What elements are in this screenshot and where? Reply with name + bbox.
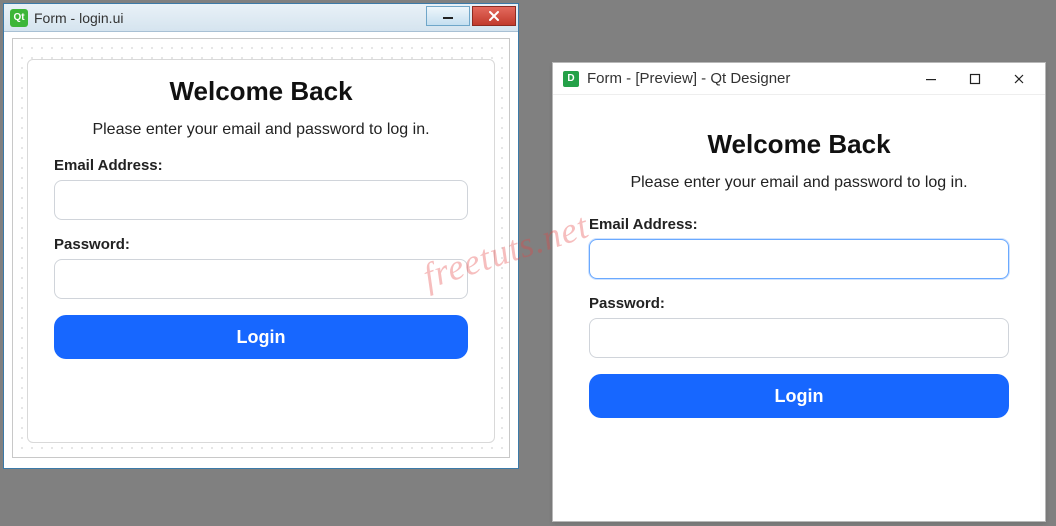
subtitle-text: Please enter your email and password to … xyxy=(54,121,468,139)
qt-logo-icon: Qt xyxy=(10,9,28,27)
password-input[interactable] xyxy=(589,318,1009,358)
close-icon xyxy=(487,10,501,22)
maximize-icon xyxy=(969,73,981,85)
email-input[interactable] xyxy=(54,180,468,220)
designer-window-title: Form - login.ui xyxy=(34,10,426,26)
password-label: Password: xyxy=(54,236,468,253)
designer-app-icon: D xyxy=(563,71,579,87)
minimize-icon xyxy=(925,73,937,85)
minimize-icon xyxy=(441,11,455,21)
heading-welcome: Welcome Back xyxy=(54,76,468,107)
close-button[interactable] xyxy=(472,6,516,26)
minimize-button[interactable] xyxy=(909,64,953,94)
email-label: Email Address: xyxy=(589,216,1009,233)
window-controls xyxy=(426,4,518,31)
designer-canvas[interactable]: Welcome Back Please enter your email and… xyxy=(12,38,510,458)
password-label: Password: xyxy=(589,295,1009,312)
maximize-button[interactable] xyxy=(953,64,997,94)
close-icon xyxy=(1013,73,1025,85)
subtitle-text: Please enter your email and password to … xyxy=(589,174,1009,192)
preview-window-title: Form - [Preview] - Qt Designer xyxy=(587,70,909,87)
login-button[interactable]: Login xyxy=(589,374,1009,418)
qt-preview-window: D Form - [Preview] - Qt Designer Welcome… xyxy=(552,62,1046,522)
form-widget[interactable]: Welcome Back Please enter your email and… xyxy=(27,59,495,443)
email-input[interactable] xyxy=(589,239,1009,279)
preview-form: Welcome Back Please enter your email and… xyxy=(553,95,1045,444)
preview-titlebar[interactable]: D Form - [Preview] - Qt Designer xyxy=(553,63,1045,95)
minimize-button[interactable] xyxy=(426,6,470,26)
email-label: Email Address: xyxy=(54,157,468,174)
password-input[interactable] xyxy=(54,259,468,299)
close-button[interactable] xyxy=(997,64,1041,94)
designer-titlebar[interactable]: Qt Form - login.ui xyxy=(4,4,518,32)
login-button[interactable]: Login xyxy=(54,315,468,359)
qt-designer-window: Qt Form - login.ui Welcome Back Please e… xyxy=(3,3,519,469)
heading-welcome: Welcome Back xyxy=(589,129,1009,160)
